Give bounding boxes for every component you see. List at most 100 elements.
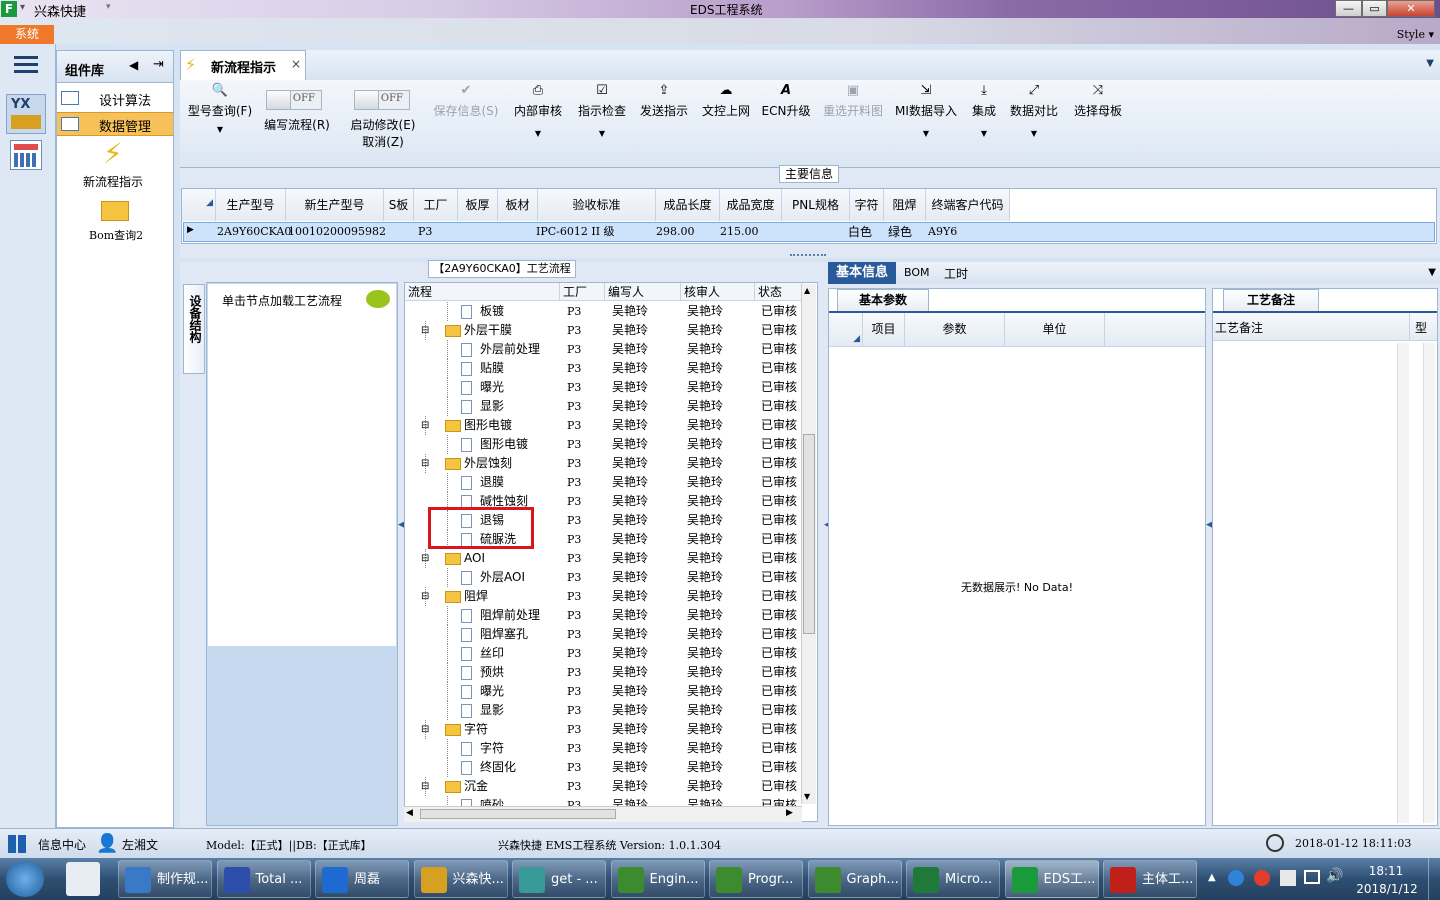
tree-row[interactable]: 字符 P3 吴艳玲 吴艳玲 已审核 — [405, 739, 803, 758]
tree-row[interactable]: ⊟ 阻焊 P3 吴艳玲 吴艳玲 已审核 — [405, 587, 803, 606]
taskbar-item[interactable]: 兴森快... — [413, 860, 508, 898]
col-header[interactable]: 验收标准 — [538, 189, 656, 221]
splitter-grip[interactable] — [790, 254, 826, 258]
col-header[interactable]: 单位 — [1005, 313, 1105, 346]
tree-row[interactable]: ⊟ 外层干膜 P3 吴艳玲 吴艳玲 已审核 — [405, 321, 803, 340]
collapse-node-icon[interactable]: ⊟ — [421, 777, 429, 796]
hamburger-icon[interactable] — [14, 56, 38, 74]
save-info-button[interactable]: ✔ 保存信息(S) — [430, 84, 502, 119]
tree-row[interactable]: 退膜 P3 吴艳玲 吴艳玲 已审核 — [405, 473, 803, 492]
col-header[interactable]: PNL规格 — [782, 189, 850, 221]
start-modify-toggle[interactable]: OFF — [354, 90, 410, 110]
model-query-button[interactable]: 🔍 型号查询(F) ▼ — [184, 84, 256, 135]
taskbar-item[interactable]: Total ... — [216, 860, 311, 898]
col-header[interactable]: 流程 — [405, 283, 560, 301]
collapse-node-icon[interactable]: ⊟ — [421, 454, 429, 473]
style-menu[interactable]: Style ▾ — [1397, 28, 1434, 41]
col-header[interactable]: 成品宽度 — [720, 189, 782, 221]
edit-process-toggle[interactable]: OFF — [266, 90, 322, 110]
tab-close-icon[interactable]: × — [291, 57, 301, 71]
tab-new-process[interactable]: ⚡ 新流程指示 × — [180, 50, 306, 80]
volume-icon[interactable]: 🔊 — [1326, 868, 1343, 884]
taskbar-item[interactable]: EDS工... — [1004, 860, 1099, 898]
lib-item-design-algorithm[interactable]: 设计算法 — [57, 87, 173, 111]
col-header[interactable]: 字符 — [850, 189, 884, 221]
col-header[interactable]: 核审人 — [681, 283, 755, 301]
tab-bom[interactable]: BOM — [904, 266, 930, 279]
collapse-node-icon[interactable]: ⊟ — [421, 549, 429, 568]
taskbar-item[interactable]: 周磊 — [315, 860, 409, 898]
scroll-up-icon[interactable]: ▲ — [804, 286, 810, 295]
tab-basic-params[interactable]: 基本参数 — [837, 289, 929, 311]
col-header[interactable]: 工艺备注 — [1215, 319, 1263, 336]
tree-row[interactable]: 显影 P3 吴艳玲 吴艳玲 已审核 — [405, 701, 803, 720]
col-header[interactable]: 工厂 — [560, 283, 605, 301]
tree-row[interactable]: 预烘 P3 吴艳玲 吴艳玲 已审核 — [405, 663, 803, 682]
tab-basic-info[interactable]: 基本信息 — [828, 262, 896, 284]
tree-vertical-scrollbar[interactable]: ▲ ▼ — [801, 284, 816, 804]
taskbar-item[interactable]: get - ... — [512, 860, 606, 898]
restore-button[interactable]: ▭ — [1362, 0, 1387, 17]
taskbar-item[interactable]: Micro... — [906, 860, 1000, 898]
tree-row[interactable]: 阻焊塞孔 P3 吴艳玲 吴艳玲 已审核 — [405, 625, 803, 644]
tree-row[interactable]: 曝光 P3 吴艳玲 吴艳玲 已审核 — [405, 682, 803, 701]
tab-work-hours[interactable]: 工时 — [944, 265, 968, 282]
taskbar-item[interactable]: 主体工... — [1103, 860, 1197, 898]
col-header[interactable]: 板材 — [498, 189, 538, 221]
taskbar-time[interactable]: 18:11 — [1356, 864, 1416, 878]
collapse-left-icon[interactable]: ◀ — [129, 58, 138, 72]
grid-corner-cell[interactable]: ◢ — [182, 189, 216, 221]
system-menu-button[interactable]: 系统 — [0, 25, 54, 44]
tree-row[interactable]: 外层AOI P3 吴艳玲 吴艳玲 已审核 — [405, 568, 803, 587]
data-compare-button[interactable]: ⤢ 数据对比 ▼ — [1008, 84, 1060, 139]
internal-review-button[interactable]: ⎙ 内部审核 ▼ — [510, 84, 566, 139]
col-header[interactable]: 型 — [1415, 319, 1427, 336]
tree-row[interactable]: 曝光 P3 吴艳玲 吴艳玲 已审核 — [405, 378, 803, 397]
integrate-button[interactable]: ⤓ 集成 ▼ — [966, 84, 1002, 139]
col-header[interactable]: 编写人 — [605, 283, 681, 301]
scroll-left-icon[interactable]: ◀ — [406, 808, 413, 818]
tree-row[interactable]: ⊟ 图形电镀 P3 吴艳玲 吴艳玲 已审核 — [405, 416, 803, 435]
scroll-right-icon[interactable]: ▶ — [786, 808, 793, 818]
tray-app-icon[interactable] — [1228, 870, 1244, 886]
col-header[interactable]: 成品长度 — [656, 189, 720, 221]
tree-row[interactable]: ⊟ 沉金 P3 吴艳玲 吴艳玲 已审核 — [405, 777, 803, 796]
notes-scrollbar[interactable] — [1397, 343, 1409, 823]
tree-row[interactable]: 外层前处理 P3 吴艳玲 吴艳玲 已审核 — [405, 340, 803, 359]
tree-row[interactable]: 终固化 P3 吴艳玲 吴艳玲 已审核 — [405, 758, 803, 777]
tray-expand-icon[interactable]: ▲ — [1208, 872, 1216, 883]
start-button-icon[interactable] — [6, 861, 44, 897]
cancel-modify-label[interactable]: 取消(Z) — [348, 133, 418, 150]
network-icon[interactable] — [1304, 870, 1320, 884]
collapse-node-icon[interactable]: ⊟ — [421, 321, 429, 340]
tree-row[interactable]: 板镀 P3 吴艳玲 吴艳玲 已审核 — [405, 302, 803, 321]
taskbar-item[interactable]: Progr... — [709, 860, 803, 898]
taskbar-item[interactable]: Engin... — [610, 860, 705, 898]
col-header[interactable]: 生产型号 — [216, 189, 286, 221]
col-header[interactable]: 项目 — [863, 313, 905, 346]
tree-row[interactable]: 贴膜 P3 吴艳玲 吴艳玲 已审核 — [405, 359, 803, 378]
tab-process-notes[interactable]: 工艺备注 — [1223, 289, 1319, 311]
tree-row[interactable]: ⊟ AOI P3 吴艳玲 吴艳玲 已审核 — [405, 549, 803, 568]
tab-list-dropdown-icon[interactable]: ▼ — [1426, 58, 1434, 69]
tree-row[interactable]: 显影 P3 吴艳玲 吴艳玲 已审核 — [405, 397, 803, 416]
pin-panel-icon[interactable]: ⇥ — [153, 57, 164, 72]
app-menu-chevron-icon[interactable]: ▾ — [20, 2, 25, 13]
tree-row[interactable]: ⊟ 字符 P3 吴艳玲 吴艳玲 已审核 — [405, 720, 803, 739]
collapse-node-icon[interactable]: ⊟ — [421, 720, 429, 739]
grid-corner-cell[interactable]: ◢ — [829, 313, 863, 346]
tree-horizontal-scrollbar[interactable]: ◀ ▶ — [404, 806, 802, 822]
tree-row[interactable]: 图形电镀 P3 吴艳玲 吴艳玲 已审核 — [405, 435, 803, 454]
col-header[interactable]: 新生产型号 — [286, 189, 384, 221]
tab-dropdown-icon[interactable]: ▼ — [1428, 267, 1436, 278]
instruction-check-button[interactable]: ☑ 指示检查 ▼ — [574, 84, 630, 139]
col-header[interactable]: 板厚 — [458, 189, 498, 221]
doc-control-online-button[interactable]: ☁ 文控上网 — [698, 84, 754, 119]
table-row[interactable]: ▶ 2A9Y60CKA0 10010200095982 P3 IPC-6012 … — [183, 222, 1435, 242]
mi-data-import-button[interactable]: ⇲ MI数据导入 ▼ — [892, 84, 960, 139]
select-motherboard-button[interactable]: ⤨ 选择母板 — [1070, 84, 1126, 119]
lib-item-data-management[interactable]: 数据管理 — [57, 112, 173, 136]
yx-factory-icon[interactable]: YX — [6, 94, 46, 134]
taskbar-item[interactable]: 制作规... — [118, 860, 212, 898]
close-window-button[interactable]: ✕ — [1387, 0, 1435, 17]
